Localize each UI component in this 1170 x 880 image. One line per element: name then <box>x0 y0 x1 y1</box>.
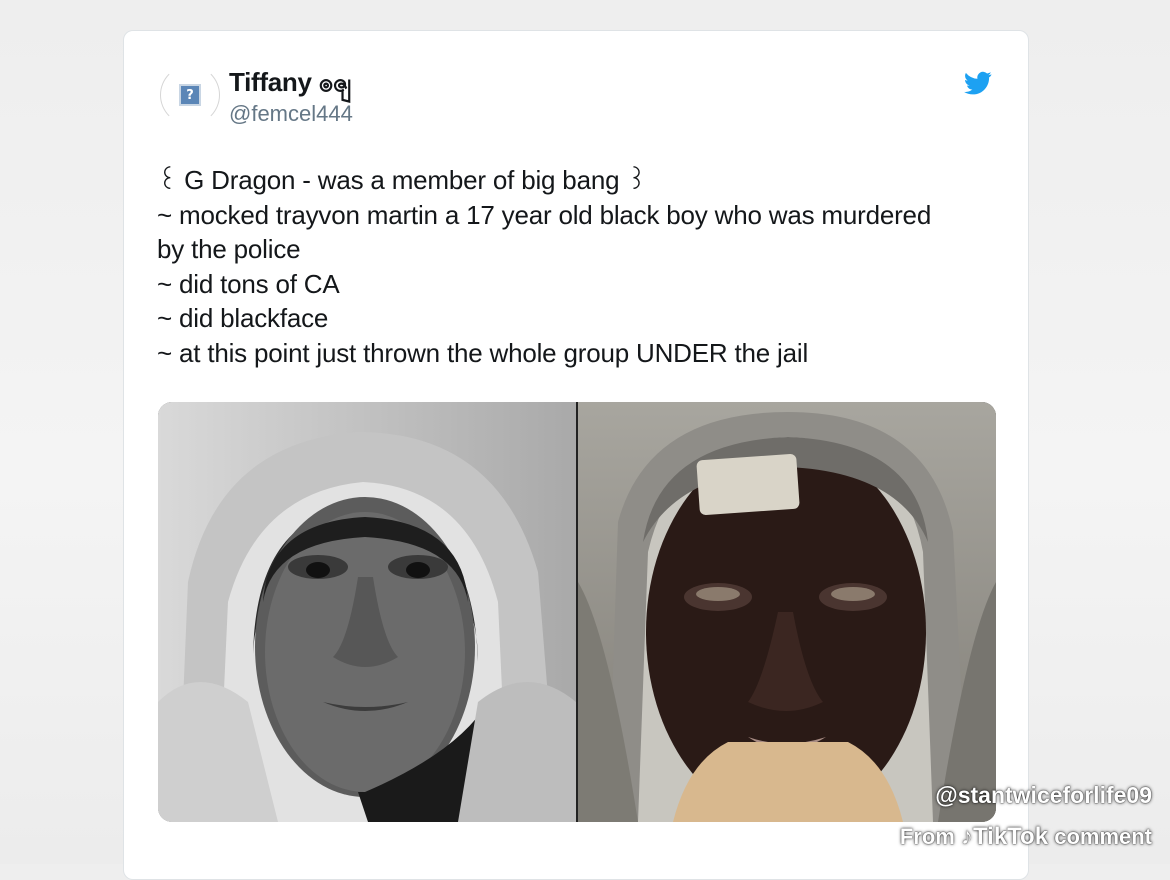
tweet-line: ~ did blackface <box>157 303 329 333</box>
user-handle[interactable]: @femcel444 <box>229 101 353 127</box>
tweet-line: by the police <box>157 234 301 264</box>
twitter-bird-icon[interactable] <box>962 69 994 97</box>
tweet-line: ~ mocked trayvon martin a 17 year old bl… <box>157 199 932 230</box>
watermark-brand: TikTok <box>972 823 1049 850</box>
broken-image-placeholder-icon: ? <box>179 84 201 106</box>
tiktok-note-icon: ♪ <box>960 823 973 850</box>
tweet-line: ~ did tons of CA <box>157 268 340 299</box>
avatar[interactable]: ? <box>160 65 220 125</box>
tweet-text: ꒰ G Dragon - was a member of big bang ꒱ … <box>157 163 1007 370</box>
watermark-username: @stantwiceforlife09 <box>935 782 1152 808</box>
watermark-from-label: From <box>899 824 955 849</box>
tweet-line: ꒰ G Dragon - was a member of big bang ꒱ <box>157 165 647 195</box>
hooded-teen-portrait-photo[interactable] <box>158 402 576 822</box>
watermark-source: From ♪TikTok comment <box>900 823 1152 851</box>
watermark-suffix: comment <box>1054 824 1152 849</box>
tweet-card: ? Tiffany ၜၛ @femcel444 ꒰ G Dragon - was… <box>123 30 1029 880</box>
tweet-line: ~ at this point just thrown the whole gr… <box>157 337 809 368</box>
tweet-media[interactable] <box>158 402 996 822</box>
painted-face-portrait-photo[interactable] <box>578 402 996 822</box>
tiktok-watermark: @stantwiceforlife09 From ♪TikTok comment <box>900 782 1152 851</box>
display-name[interactable]: Tiffany ၜၛ <box>229 65 351 104</box>
